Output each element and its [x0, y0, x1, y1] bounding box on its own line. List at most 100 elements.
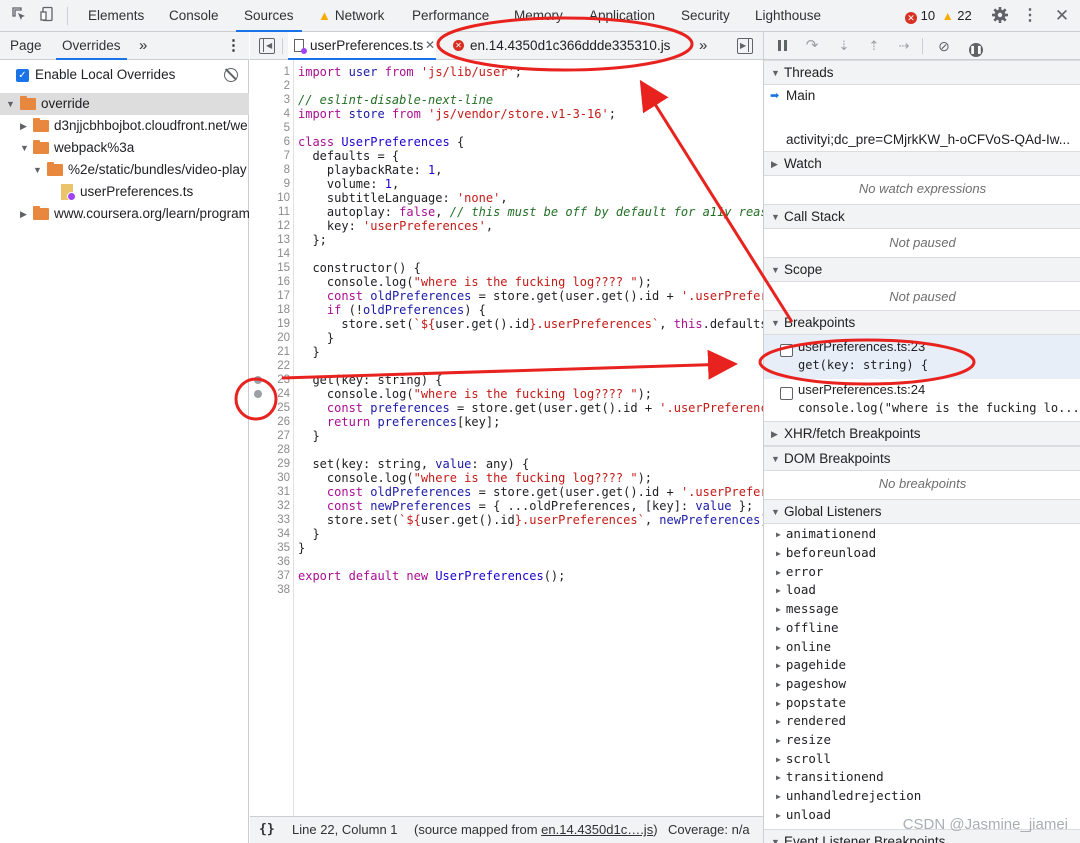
line-number[interactable]: 36	[250, 555, 290, 569]
global-listener-item[interactable]: ▶ message	[776, 599, 839, 618]
line-number[interactable]: 37	[250, 569, 290, 583]
callstack-section-header[interactable]: ▼ Call Stack	[764, 204, 1080, 229]
line-number[interactable]: 22	[250, 359, 290, 373]
line-number-gutter[interactable]: 1 2 3 4 5 6 7 8 9 10 11 12 13 14 15 16 1…	[250, 60, 294, 816]
tab-network[interactable]: ▲ Network	[318, 0, 384, 32]
line-number[interactable]: 32	[250, 499, 290, 513]
inspect-icon[interactable]	[9, 6, 29, 26]
line-number[interactable]: 3	[250, 93, 290, 107]
watch-section-header[interactable]: ▶ Watch	[764, 151, 1080, 176]
settings-icon[interactable]	[990, 6, 1010, 26]
line-number[interactable]: 5	[250, 121, 290, 135]
breakpoint-entry[interactable]: userPreferences.ts:23 get(key: string) {	[764, 335, 1080, 379]
line-number[interactable]: 18	[250, 303, 290, 317]
global-listener-item[interactable]: ▶ beforeunload	[776, 543, 876, 562]
line-number[interactable]: 11	[250, 205, 290, 219]
line-number[interactable]: 19	[250, 317, 290, 331]
device-toolbar-icon[interactable]	[38, 6, 58, 26]
tab-memory[interactable]: Memory	[514, 0, 563, 32]
line-number[interactable]: 33	[250, 513, 290, 527]
line-number[interactable]: 12	[250, 219, 290, 233]
breakpoints-section-header[interactable]: ▼ Breakpoints	[764, 310, 1080, 335]
tab-overrides[interactable]: Overrides	[56, 32, 127, 60]
close-icon[interactable]: ✕	[1052, 6, 1072, 26]
line-number[interactable]: 16	[250, 275, 290, 289]
global-listener-item[interactable]: ▶ load	[776, 580, 816, 599]
global-listener-item[interactable]: ▶ scroll	[776, 749, 831, 768]
line-number[interactable]: 20	[250, 331, 290, 345]
line-number[interactable]: 26	[250, 415, 290, 429]
pause-on-exceptions-icon[interactable]: ❚❚	[966, 36, 986, 57]
line-number[interactable]: 8	[250, 163, 290, 177]
global-listener-item[interactable]: ▶ offline	[776, 618, 839, 637]
toggle-navigator-icon[interactable]: ◀	[259, 38, 275, 54]
tab-application[interactable]: Application	[589, 0, 655, 32]
more-tabs-icon[interactable]: »	[139, 32, 147, 60]
tree-item-override[interactable]: ▼ override	[0, 93, 249, 115]
tab-elements[interactable]: Elements	[88, 0, 144, 32]
clear-overrides-icon[interactable]	[224, 68, 238, 82]
more-icon[interactable]: ⋮	[1020, 6, 1040, 26]
line-number[interactable]: 27	[250, 429, 290, 443]
editor-tab-userpreferences[interactable]: userPreferences.ts ✕	[288, 32, 436, 60]
more-tabs-icon[interactable]: »	[699, 32, 707, 59]
line-number[interactable]: 13	[250, 233, 290, 247]
line-number[interactable]: 6	[250, 135, 290, 149]
editor-tab-en14[interactable]: ✕ en.14.4350d1c366ddde335310.js	[447, 32, 687, 60]
issues-counter[interactable]: ✕ 10 ▲ 22	[905, 8, 972, 24]
line-number[interactable]: 2	[250, 79, 290, 93]
line-number[interactable]: 4	[250, 107, 290, 121]
threads-section-header[interactable]: ▼ Threads	[764, 60, 1080, 85]
line-number[interactable]: 9	[250, 177, 290, 191]
source-map-link[interactable]: en.14.4350d1c….js	[541, 822, 653, 837]
step-over-icon[interactable]: ↷	[802, 36, 822, 56]
close-tab-icon[interactable]: ✕	[425, 32, 435, 59]
tab-lighthouse[interactable]: Lighthouse	[755, 0, 821, 32]
dom-breakpoints-section-header[interactable]: ▼ DOM Breakpoints	[764, 446, 1080, 471]
global-listener-item[interactable]: ▶ transitionend	[776, 767, 884, 786]
line-number[interactable]: 29	[250, 457, 290, 471]
tab-page[interactable]: Page	[10, 32, 42, 60]
tab-security[interactable]: Security	[681, 0, 730, 32]
global-listener-item[interactable]: ▶ error	[776, 562, 823, 581]
breakpoint-marker[interactable]	[254, 390, 262, 398]
xhr-breakpoints-section-header[interactable]: ▶ XHR/fetch Breakpoints	[764, 421, 1080, 446]
global-listeners-section-header[interactable]: ▼ Global Listeners	[764, 499, 1080, 524]
tab-console[interactable]: Console	[169, 0, 219, 32]
global-listener-item[interactable]: ▶ animationend	[776, 524, 876, 543]
line-number[interactable]: 1	[250, 65, 290, 79]
tab-sources[interactable]: Sources	[236, 0, 302, 32]
line-number[interactable]: 17	[250, 289, 290, 303]
pretty-print-icon[interactable]: {}	[259, 817, 275, 843]
breakpoint-checkbox[interactable]	[780, 387, 793, 400]
navigator-menu-icon[interactable]: ⋮	[226, 32, 241, 60]
line-number[interactable]: 38	[250, 583, 290, 597]
line-number[interactable]: 7	[250, 149, 290, 163]
tree-item-static-bundles[interactable]: ▼ %2e/static/bundles/video-play	[0, 159, 249, 181]
thread-item-main[interactable]: ➡ Main	[764, 85, 1080, 107]
global-listener-item[interactable]: ▶ resize	[776, 730, 831, 749]
step-out-icon[interactable]: ⇡	[864, 36, 884, 56]
pause-icon[interactable]	[772, 36, 792, 56]
line-number[interactable]: 25	[250, 401, 290, 415]
enable-overrides-checkbox[interactable]: ✓	[16, 69, 29, 82]
global-listener-item[interactable]: ▶ unload	[776, 805, 831, 824]
breakpoint-checkbox[interactable]	[780, 344, 793, 357]
deactivate-breakpoints-icon[interactable]: ⊘	[934, 36, 954, 56]
step-icon[interactable]: ⇢	[894, 36, 914, 56]
line-number[interactable]: 31	[250, 485, 290, 499]
step-into-icon[interactable]: ⇣	[834, 36, 854, 56]
thread-item-iframe[interactable]: activityi;dc_pre=CMjrkKW_h-oCFVoS-QAd-Iw…	[764, 129, 1080, 151]
line-number[interactable]: 10	[250, 191, 290, 205]
line-number[interactable]: 14	[250, 247, 290, 261]
global-listener-item[interactable]: ▶ rendered	[776, 711, 846, 730]
tree-item-coursera[interactable]: ▶ www.coursera.org/learn/program	[0, 203, 249, 225]
line-number[interactable]: 30	[250, 471, 290, 485]
global-listener-item[interactable]: ▶ pageshow	[776, 674, 846, 693]
line-number[interactable]: 34	[250, 527, 290, 541]
global-listener-item[interactable]: ▶ online	[776, 637, 831, 656]
global-listener-item[interactable]: ▶ pagehide	[776, 655, 846, 674]
tree-item-webpack[interactable]: ▼ webpack%3a	[0, 137, 249, 159]
line-number[interactable]: 15	[250, 261, 290, 275]
global-listener-item[interactable]: ▶ popstate	[776, 693, 846, 712]
